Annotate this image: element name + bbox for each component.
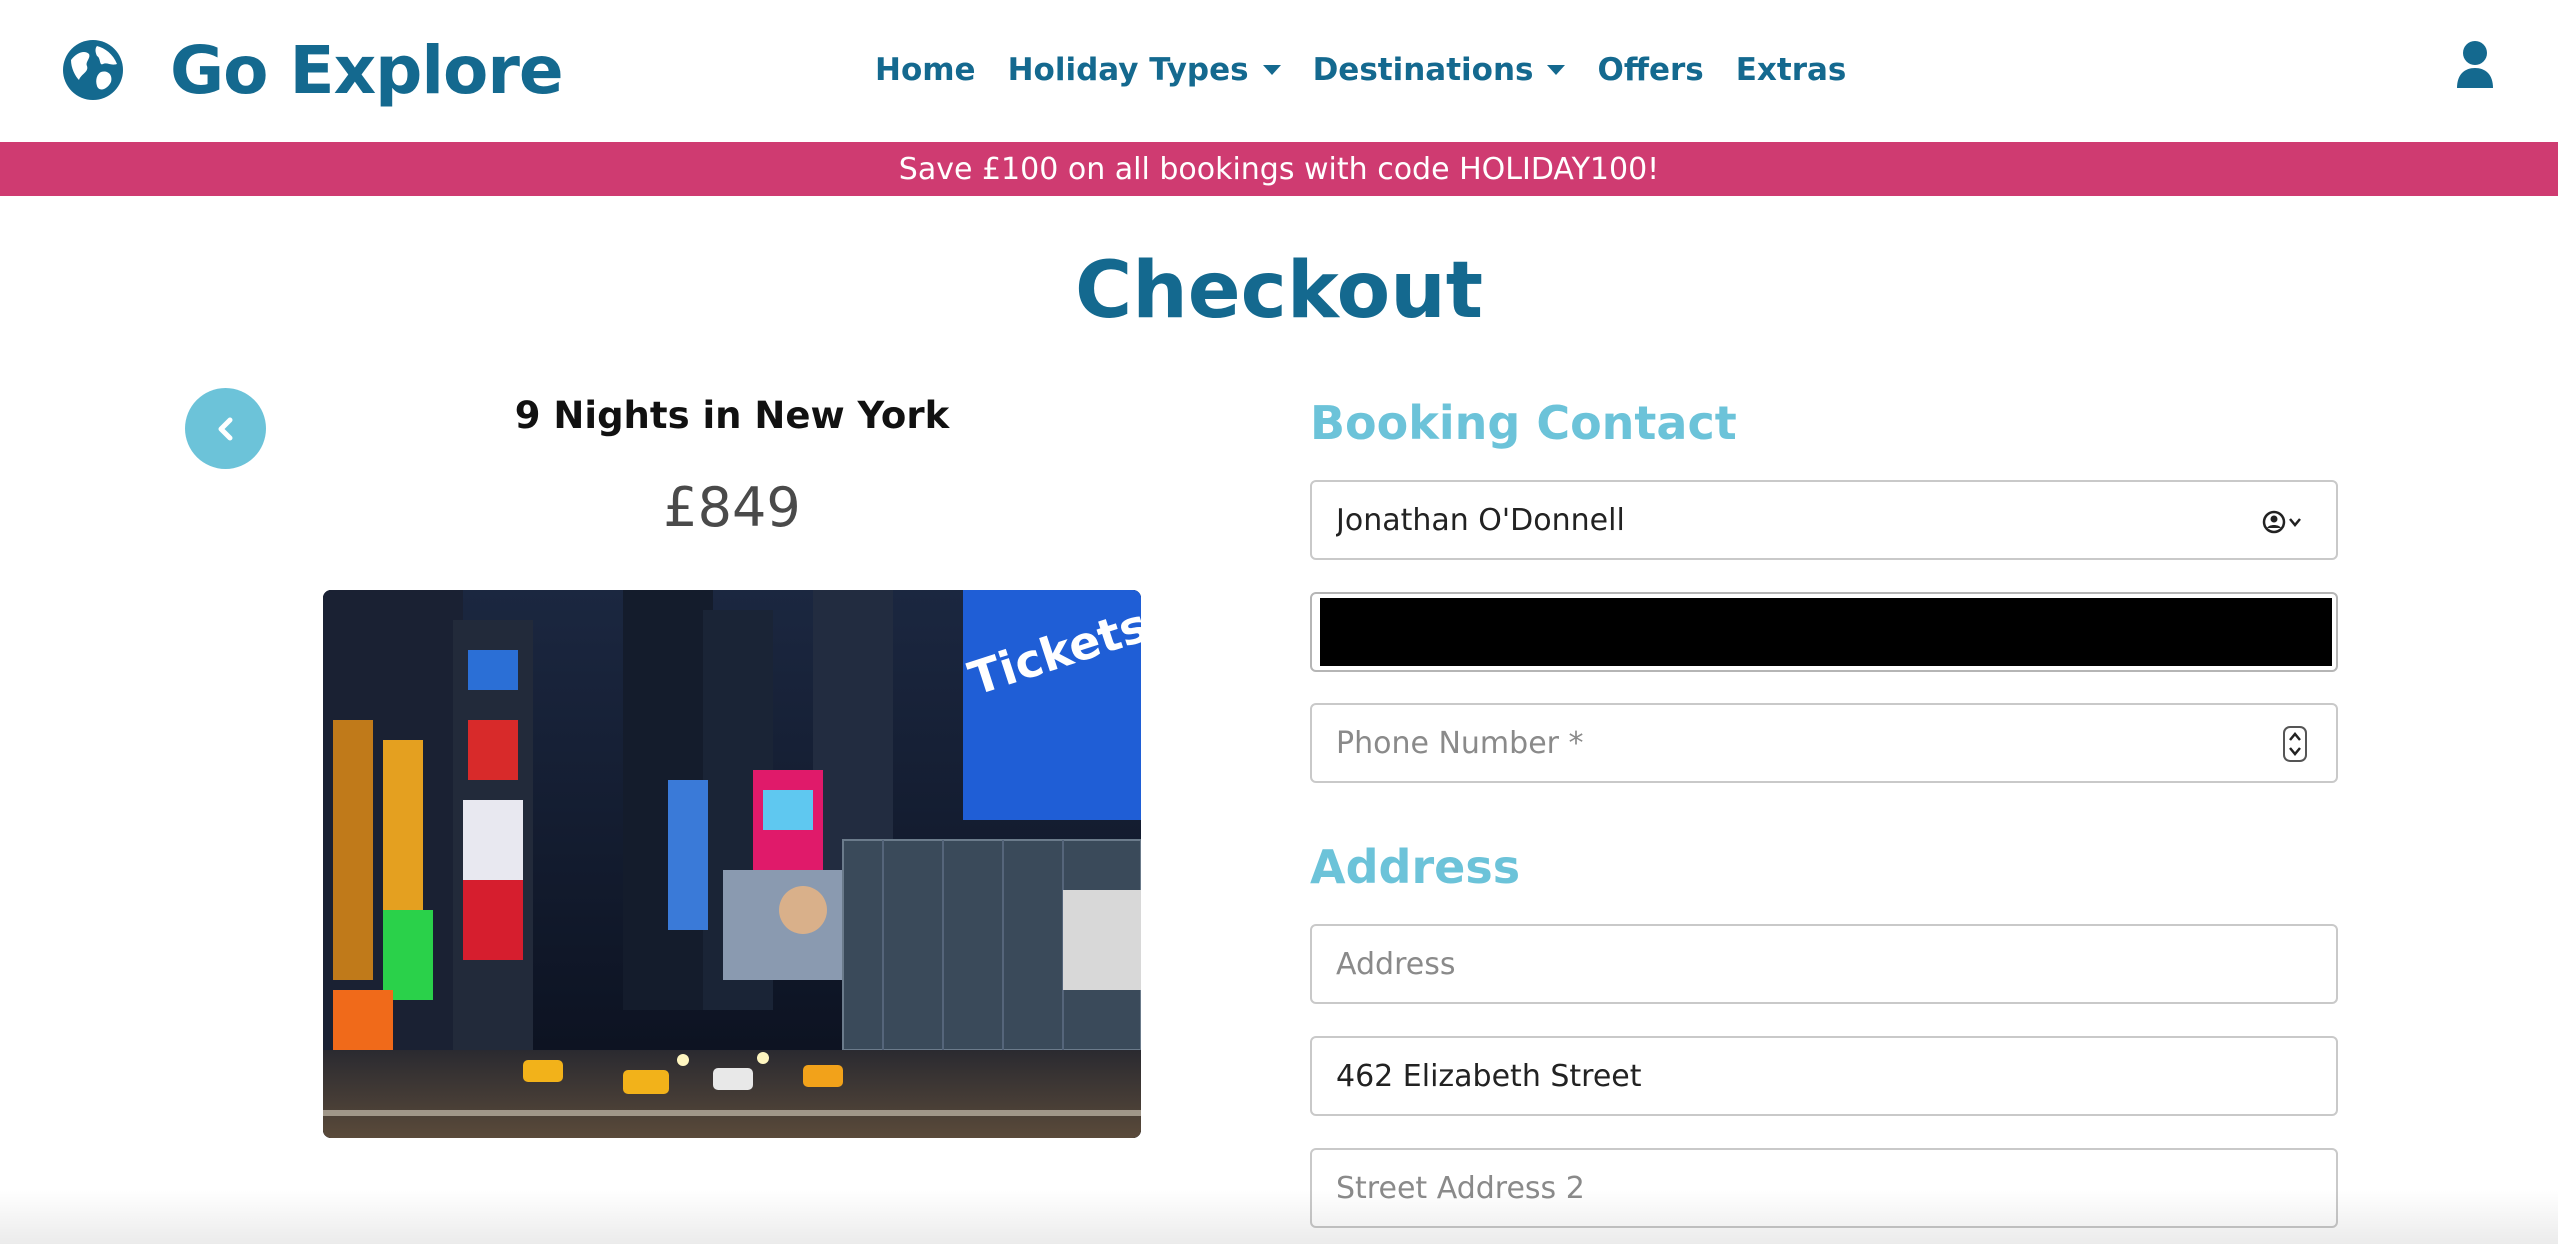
user-icon[interactable] — [2455, 40, 2495, 88]
street-address-1-field[interactable] — [1310, 1036, 2338, 1116]
address-field[interactable] — [1310, 924, 2338, 1004]
nav-extras-label: Extras — [1735, 52, 1847, 88]
nav-extras[interactable]: Extras — [1736, 52, 1847, 88]
caret-down-icon — [1547, 65, 1566, 75]
bottom-fade — [0, 1190, 2558, 1244]
main-nav: Home Holiday Types Destinations Offers E… — [875, 48, 1846, 92]
redacted-block — [1320, 598, 2332, 666]
email-field[interactable] — [1310, 592, 2338, 672]
phone-field[interactable] — [1310, 703, 2338, 783]
name-input[interactable] — [1336, 482, 2236, 558]
stepper-icon[interactable] — [2282, 725, 2308, 763]
back-button[interactable] — [185, 388, 266, 469]
address-heading: Address — [1310, 840, 1521, 894]
booking-contact-heading: Booking Contact — [1310, 396, 1737, 450]
promo-banner: Save £100 on all bookings with code HOLI… — [0, 142, 2558, 196]
nav-destinations-label: Destinations — [1312, 52, 1534, 88]
photo-illustration: Tickets. — [323, 590, 1141, 1138]
nav-destinations[interactable]: Destinations — [1313, 52, 1566, 88]
trip-title: 9 Nights in New York — [514, 394, 950, 437]
name-field[interactable] — [1310, 480, 2338, 560]
nav-holiday-types[interactable]: Holiday Types — [1008, 52, 1281, 88]
address-input[interactable] — [1336, 926, 2236, 1002]
chevron-left-icon — [218, 417, 232, 440]
page-title: Checkout — [1074, 246, 1484, 336]
nav-home[interactable]: Home — [875, 52, 976, 88]
caret-down-icon — [1262, 65, 1281, 75]
nav-offers[interactable]: Offers — [1597, 52, 1703, 88]
globe-icon[interactable] — [61, 38, 125, 102]
street-address-1-input[interactable] — [1336, 1038, 2236, 1114]
new-york-times-square-photo: Tickets. — [323, 590, 1141, 1138]
brand-name[interactable]: Go Explore — [170, 32, 564, 109]
trip-price: £849 — [663, 476, 801, 539]
nav-holiday-types-label: Holiday Types — [1007, 52, 1249, 88]
autofill-contact-icon[interactable] — [2262, 510, 2310, 534]
navbar: Go Explore Home Holiday Types Destinatio… — [0, 0, 2558, 142]
nav-home-label: Home — [875, 52, 976, 88]
phone-input[interactable] — [1336, 705, 2236, 781]
nav-offers-label: Offers — [1597, 52, 1704, 88]
promo-text: Save £100 on all bookings with code HOLI… — [898, 151, 1660, 187]
